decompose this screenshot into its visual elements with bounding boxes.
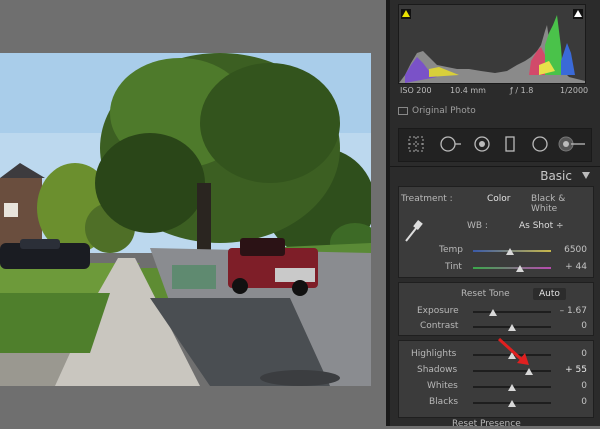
shutter-value: 1/2000 xyxy=(560,86,589,95)
exposure-label: Exposure xyxy=(417,306,459,316)
adjustment-brush-icon[interactable] xyxy=(557,135,587,153)
tint-value[interactable]: + 44 xyxy=(547,262,587,272)
tool-strip xyxy=(398,128,592,162)
wb-label: WB : xyxy=(467,221,488,231)
blacks-label: Blacks xyxy=(429,397,459,407)
tone-section: Reset Tone Auto Exposure – 1.67 Contrast… xyxy=(398,282,594,336)
exif-info: ISO 200 10.4 mm ƒ / 1.8 1/2000 xyxy=(398,86,589,98)
graduated-filter-icon[interactable] xyxy=(501,135,519,153)
tone-detail-section: Highlights 0 Shadows + 55 Whites 0 Black… xyxy=(398,337,594,418)
contrast-label: Contrast xyxy=(420,321,459,331)
reset-presence-label[interactable]: Reset Presence xyxy=(452,419,521,429)
shadows-label: Shadows xyxy=(417,365,458,375)
contrast-slider-thumb[interactable] xyxy=(508,324,516,331)
original-photo-checkbox[interactable] xyxy=(398,106,408,115)
wb-preset-select[interactable]: As Shot ÷ xyxy=(519,221,564,231)
red-eye-icon[interactable] xyxy=(473,135,491,153)
reset-tone-label[interactable]: Reset Tone xyxy=(461,289,510,299)
shadows-slider-track[interactable] xyxy=(473,370,551,372)
white-balance-section: Treatment : Color Black & White WB : As … xyxy=(398,186,594,278)
exposure-value[interactable]: – 1.67 xyxy=(547,306,587,316)
whites-value[interactable]: 0 xyxy=(547,381,587,391)
temp-slider-thumb[interactable] xyxy=(506,248,514,255)
shadows-value[interactable]: + 55 xyxy=(547,365,587,375)
treatment-bw-option[interactable]: Black & White xyxy=(531,194,593,214)
annotation-red-arrow-icon xyxy=(497,337,529,365)
eyedropper-icon[interactable] xyxy=(403,219,423,243)
radial-filter-icon[interactable] xyxy=(531,135,549,153)
aperture-value: ƒ / 1.8 xyxy=(510,86,534,95)
highlights-label: Highlights xyxy=(411,349,457,359)
basic-panel-title: Basic xyxy=(540,169,572,183)
original-photo-label: Original Photo xyxy=(412,106,476,116)
histogram[interactable] xyxy=(398,4,586,84)
auto-tone-button[interactable]: Auto xyxy=(533,288,566,300)
grid-icon[interactable] xyxy=(407,135,425,153)
collapse-triangle-icon[interactable] xyxy=(582,172,590,179)
blacks-value[interactable]: 0 xyxy=(547,397,587,407)
histogram-graph xyxy=(399,15,585,83)
spot-removal-icon[interactable] xyxy=(439,135,463,153)
exposure-slider-track[interactable] xyxy=(473,311,551,313)
focal-length-value: 10.4 mm xyxy=(450,86,486,95)
contrast-value[interactable]: 0 xyxy=(547,321,587,331)
treatment-color-option[interactable]: Color xyxy=(487,194,511,204)
treatment-label: Treatment : xyxy=(401,194,453,204)
iso-value: ISO 200 xyxy=(400,86,432,95)
photo-canvas xyxy=(0,0,386,426)
whites-label: Whites xyxy=(427,381,458,391)
temp-value[interactable]: 6500 xyxy=(547,245,587,255)
edited-photo[interactable] xyxy=(0,53,371,386)
temp-label: Temp xyxy=(439,245,463,255)
blacks-slider-thumb[interactable] xyxy=(508,400,516,407)
shadows-slider-thumb[interactable] xyxy=(525,368,533,375)
exposure-slider-thumb[interactable] xyxy=(489,309,497,316)
whites-slider-thumb[interactable] xyxy=(508,384,516,391)
basic-panel-header[interactable]: Basic xyxy=(390,166,600,185)
highlights-value[interactable]: 0 xyxy=(547,349,587,359)
tint-slider-track[interactable] xyxy=(473,267,551,269)
tint-label: Tint xyxy=(445,262,462,272)
develop-panel: ISO 200 10.4 mm ƒ / 1.8 1/2000 Original … xyxy=(390,0,600,429)
tint-slider-thumb[interactable] xyxy=(516,265,524,272)
original-photo-toggle[interactable]: Original Photo xyxy=(398,106,476,116)
